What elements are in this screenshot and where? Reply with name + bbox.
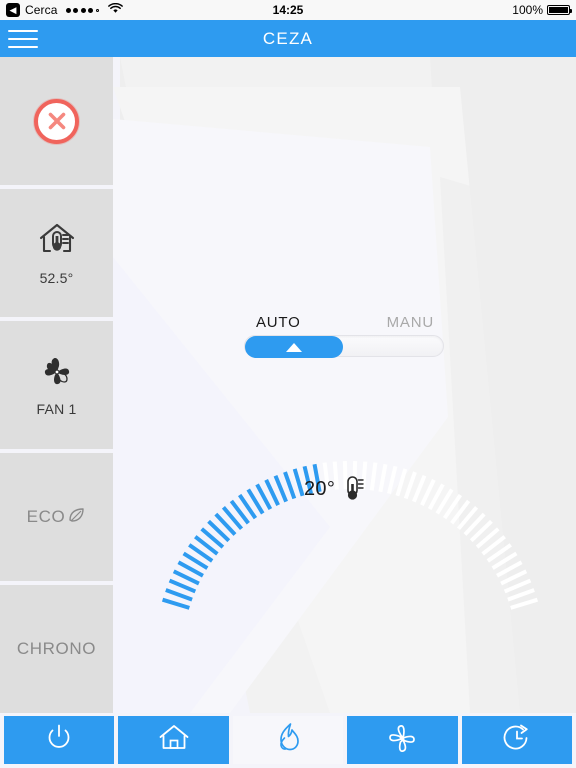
setpoint-value: 20° [304, 477, 336, 500]
fan-icon [385, 722, 419, 759]
mode-label-auto[interactable]: AUTO [256, 314, 301, 331]
thermometer-icon [344, 475, 366, 503]
app-root: ◀ Cerca 14:25 100% CEZA 52.5° FAN 1 ECO … [0, 0, 576, 768]
battery-percent-label: 100% [512, 3, 543, 17]
back-to-app-icon[interactable]: ◀ [6, 3, 20, 17]
tab-timer[interactable] [461, 716, 573, 764]
carrier-label: Cerca [25, 3, 58, 17]
home-icon [157, 722, 191, 759]
sidebar-item-chrono-mode[interactable]: CHRONO [0, 585, 113, 713]
tab-home[interactable] [118, 716, 229, 764]
tab-fan[interactable] [347, 716, 458, 764]
main-stage: 52.5° FAN 1 ECO CHRONO AUTO MANU 20° [0, 57, 576, 713]
sidebar-item-label: 52.5° [39, 270, 74, 286]
signal-strength-icon [65, 7, 99, 13]
house-thermometer-icon [36, 220, 78, 265]
bottom-tab-bar [0, 713, 576, 768]
page-title: CEZA [262, 28, 314, 48]
sidebar-item-eco-mode[interactable]: ECO [0, 453, 113, 581]
sidebar-item-fan-speed[interactable]: FAN 1 [0, 321, 113, 449]
mode-label-manu[interactable]: MANU [387, 314, 434, 331]
ios-status-bar: ◀ Cerca 14:25 100% [0, 0, 576, 20]
sidebar-item-label: CHRONO [16, 639, 97, 658]
eco-row: ECO [27, 505, 87, 530]
navigation-bar: CEZA [0, 20, 576, 57]
tab-flame[interactable] [232, 716, 344, 764]
sidebar-item-label: ECO [26, 507, 66, 526]
dial-readout: 20° [304, 475, 366, 503]
circle-x-icon [34, 98, 79, 144]
up-triangle-icon [286, 342, 302, 352]
sidebar-item-power-state[interactable] [0, 57, 113, 185]
left-sidebar: 52.5° FAN 1 ECO CHRONO [0, 57, 113, 713]
mode-switch: AUTO MANU [244, 314, 444, 358]
temperature-dial[interactable]: 20° [160, 387, 540, 610]
mode-switch-labels: AUTO MANU [244, 314, 444, 335]
fan-icon [37, 353, 77, 396]
hamburger-menu-icon[interactable] [0, 20, 46, 57]
status-bar-left: ◀ Cerca [6, 2, 123, 17]
mode-switch-track[interactable] [244, 335, 444, 358]
wifi-icon [107, 2, 123, 17]
leaf-icon [66, 505, 86, 530]
power-icon [43, 722, 75, 759]
sidebar-item-home-temp[interactable]: 52.5° [0, 189, 113, 317]
tab-power[interactable] [4, 716, 115, 764]
flame-icon [275, 722, 301, 759]
mode-switch-knob[interactable] [245, 336, 343, 358]
timer-icon [501, 722, 533, 759]
status-bar-right: 100% [512, 3, 572, 17]
battery-icon [547, 5, 572, 15]
sidebar-item-label: FAN 1 [36, 401, 77, 417]
